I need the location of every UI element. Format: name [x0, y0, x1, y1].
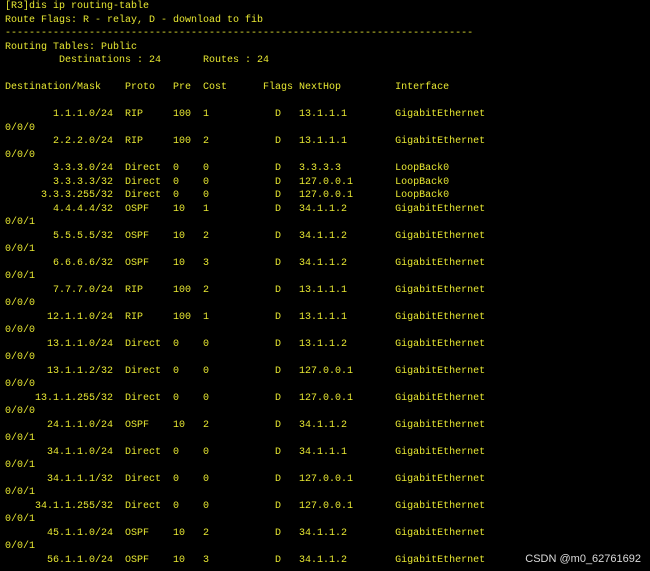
table-row: 3.3.3.255/32 Direct 0 0 D 127.0.0.1 Loop…: [5, 190, 450, 201]
table-row-wrap: 0/0/1: [5, 487, 36, 498]
table-row: 34.1.1.1/32 Direct 0 0 D 127.0.0.1 Gigab…: [5, 473, 486, 485]
table-row: 3.3.3.0/24 Direct 0 0 D 3.3.3.3 LoopBack…: [5, 163, 450, 174]
separator-line: ----------------------------------------…: [5, 28, 474, 39]
table-row: 2.2.2.0/24 RIP 100 2 D 13.1.1.1 GigabitE…: [5, 136, 486, 147]
watermark: CSDN @m0_62761692: [525, 553, 641, 565]
command-line: [R3]dis ip routing-table: [5, 1, 150, 12]
table-row: 3.3.3.3/32 Direct 0 0 D 127.0.0.1 LoopBa…: [5, 176, 450, 188]
table-row-wrap: 0/0/0: [5, 325, 36, 336]
summary-line: Destinations : 24 Routes : 24: [5, 55, 270, 66]
table-row: 4.4.4.4/32 OSPF 10 1 D 34.1.1.2 GigabitE…: [5, 203, 486, 215]
table-row: 13.1.1.0/24 Direct 0 0 D 13.1.1.2 Gigabi…: [5, 338, 486, 350]
routing-tables-line: Routing Tables: Public: [5, 41, 138, 53]
table-row-wrap: 0/0/1: [5, 514, 36, 525]
table-row: 13.1.1.2/32 Direct 0 0 D 127.0.0.1 Gigab…: [5, 365, 486, 377]
terminal-window[interactable]: [R3]dis ip routing-table Route Flags: R …: [0, 0, 650, 571]
table-row: 7.7.7.0/24 RIP 100 2 D 13.1.1.1 GigabitE…: [5, 284, 486, 296]
table-row: 34.1.1.0/24 Direct 0 0 D 34.1.1.1 Gigabi…: [5, 446, 486, 458]
table-row-wrap: 0/0/1: [5, 217, 36, 228]
table-row-wrap: 0/0/1: [5, 460, 36, 471]
table-row-wrap: 0/0/1: [5, 541, 36, 552]
table-row-wrap: 0/0/0: [5, 149, 36, 161]
table-row: 1.1.1.0/24 RIP 100 1 D 13.1.1.1 GigabitE…: [5, 109, 486, 120]
table-row: 12.1.1.0/24 RIP 100 1 D 13.1.1.1 Gigabit…: [5, 311, 486, 323]
route-flags-line: Route Flags: R - relay, D - download to …: [5, 14, 264, 26]
table-row: 45.1.1.0/24 OSPF 10 2 D 34.1.1.2 Gigabit…: [5, 527, 486, 539]
table-row-wrap: 0/0/1: [5, 433, 36, 444]
table-row-wrap: 0/0/0: [5, 352, 36, 363]
table-row-wrap: 0/0/0: [5, 122, 36, 134]
table-row-wrap: 0/0/0: [5, 298, 36, 309]
table-row: 5.5.5.5/32 OSPF 10 2 D 34.1.1.2 GigabitE…: [5, 230, 486, 242]
table-row: 13.1.1.255/32 Direct 0 0 D 127.0.0.1 Gig…: [5, 392, 486, 404]
terminal-output: [R3]dis ip routing-table Route Flags: R …: [0, 0, 650, 567]
table-row-wrap: 0/0/0: [5, 379, 36, 390]
table-row-wrap: 0/0/0: [5, 406, 36, 417]
table-row-wrap: 0/0/1: [5, 244, 36, 255]
table-header: Destination/Mask Proto Pre Cost Flags Ne…: [5, 82, 450, 93]
table-row: 34.1.1.255/32 Direct 0 0 D 127.0.0.1 Gig…: [5, 500, 486, 512]
table-row-wrap: 0/0/1: [5, 271, 36, 282]
table-row: 6.6.6.6/32 OSPF 10 3 D 34.1.1.2 GigabitE…: [5, 257, 486, 269]
table-row: 24.1.1.0/24 OSPF 10 2 D 34.1.1.2 Gigabit…: [5, 419, 486, 431]
